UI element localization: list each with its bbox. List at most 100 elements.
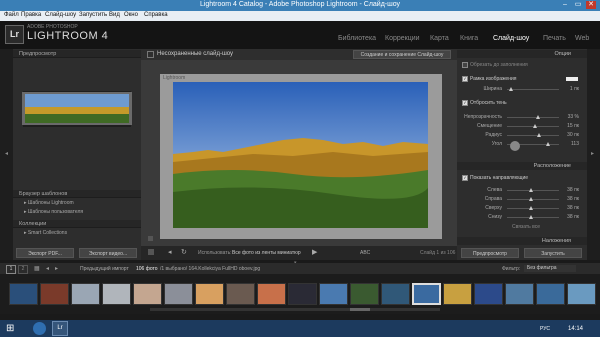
filmstrip-thumbnail[interactable]: [536, 283, 565, 305]
module-develop[interactable]: Коррекции: [385, 35, 420, 42]
menu-slideshow[interactable]: Слайд-шоу: [45, 12, 76, 18]
shadow-setting-row: Радиус 30 пк: [457, 132, 587, 139]
filmstrip-thumbnail[interactable]: [474, 283, 503, 305]
shadow-setting-knob[interactable]: [533, 124, 538, 128]
clock[interactable]: 14:14: [568, 326, 583, 332]
module-map[interactable]: Карта: [430, 35, 449, 42]
start-icon[interactable]: ⊞: [6, 323, 17, 334]
shadow-setting-knob[interactable]: [536, 133, 541, 137]
module-print[interactable]: Печать: [543, 35, 566, 42]
filmstrip-scrollbar[interactable]: [150, 308, 440, 311]
link-all-label[interactable]: Связать все: [512, 224, 540, 230]
monitor-1-button[interactable]: 1: [6, 265, 16, 274]
shadow-setting-label: Угол: [491, 141, 502, 147]
filter-select[interactable]: Без фильтра: [524, 265, 576, 272]
module-web[interactable]: Web: [575, 35, 589, 42]
collection-smart[interactable]: ▸ Smart Collections: [24, 230, 67, 236]
layout-margin-knob[interactable]: [529, 206, 534, 210]
preview-button[interactable]: Предпросмотр: [461, 248, 519, 258]
filmstrip-thumbnail[interactable]: [381, 283, 410, 305]
minimize-button[interactable]: –: [560, 1, 570, 9]
play-icon[interactable]: ▶: [312, 248, 317, 256]
shadow-setting-row: Угол 113: [457, 141, 587, 148]
filmstrip-scroll-thumb[interactable]: [350, 308, 370, 311]
preview-header[interactable]: Предпросмотр: [13, 50, 141, 58]
collections-header[interactable]: Коллекции: [13, 220, 141, 228]
shadow-setting-slider[interactable]: [507, 117, 559, 118]
menu-window[interactable]: Окно: [124, 12, 138, 18]
options-header[interactable]: Опции: [457, 50, 587, 58]
filmstrip-thumbnail[interactable]: [226, 283, 255, 305]
layout-margin-knob[interactable]: [529, 188, 534, 192]
filmstrip-thumbnail[interactable]: [567, 283, 596, 305]
monitor-2-button[interactable]: 2: [18, 265, 28, 274]
create-slideshow-button[interactable]: Создание и сохранение Слайд-шоу: [353, 50, 451, 59]
shadow-setting-slider[interactable]: [507, 135, 559, 136]
export-video-button[interactable]: Экспорт видео...: [79, 248, 137, 258]
collapse-right-icon[interactable]: ▸: [591, 150, 594, 157]
export-pdf-button[interactable]: Экспорт PDF...: [16, 248, 74, 258]
ie-icon[interactable]: [33, 322, 46, 335]
layout-margin-label: Сверху: [485, 205, 502, 211]
menu-file[interactable]: Файл: [4, 12, 19, 18]
menu-edit[interactable]: Правка: [21, 12, 41, 18]
stop-button[interactable]: [148, 249, 154, 255]
filmstrip-thumbnail[interactable]: [9, 283, 38, 305]
layout-margin-knob[interactable]: [529, 197, 534, 201]
menu-play[interactable]: Запустить: [79, 12, 107, 18]
shadow-checkbox[interactable]: ✓: [462, 100, 468, 106]
filmstrip-thumbnail[interactable]: [195, 283, 224, 305]
filmstrip-thumbnail[interactable]: [102, 283, 131, 305]
menu-help[interactable]: Справка: [144, 12, 168, 18]
stroke-checkbox[interactable]: ✓: [462, 76, 468, 82]
text-overlay-button[interactable]: ABC: [360, 250, 370, 256]
maximize-button[interactable]: ▭: [573, 1, 583, 9]
shadow-setting-knob[interactable]: [535, 115, 540, 119]
lightroom-taskbar-icon[interactable]: Lr: [52, 321, 68, 336]
identity-plate[interactable]: Lightroom: [163, 75, 185, 81]
menu-view[interactable]: Вид: [109, 12, 120, 18]
filmstrip-thumbnail[interactable]: [71, 283, 100, 305]
filmstrip-thumbnail[interactable]: [40, 283, 69, 305]
module-book[interactable]: Книга: [460, 35, 478, 42]
rotate-icon[interactable]: ↻: [181, 248, 187, 256]
filmstrip-thumbnail[interactable]: [133, 283, 162, 305]
shadow-setting-knob[interactable]: [546, 142, 551, 146]
layout-header[interactable]: Расположение: [457, 162, 587, 170]
close-button[interactable]: ✕: [586, 1, 596, 9]
forward-icon[interactable]: ▸: [55, 265, 58, 272]
layout-margin-knob[interactable]: [529, 215, 534, 219]
module-slideshow[interactable]: Слайд-шоу: [493, 35, 529, 42]
prev-slide-icon[interactable]: ◂: [168, 248, 172, 256]
collapse-left-icon[interactable]: ◂: [5, 150, 8, 157]
stroke-width-slider[interactable]: [507, 89, 559, 90]
filmstrip-thumbnail[interactable]: [505, 283, 534, 305]
unsaved-checkbox[interactable]: [147, 51, 154, 58]
angle-dial[interactable]: [510, 141, 520, 151]
back-icon[interactable]: ◂: [46, 265, 49, 272]
filmstrip-thumbnail[interactable]: [257, 283, 286, 305]
windows-taskbar: [0, 320, 600, 337]
template-folder-user[interactable]: ▸ Шаблоны пользователя: [24, 209, 83, 215]
show-guides-checkbox[interactable]: ✓: [462, 175, 468, 181]
filmstrip-thumbnail[interactable]: [443, 283, 472, 305]
template-folder-lightroom[interactable]: ▸ Шаблоны Lightroom: [24, 200, 74, 206]
filmstrip-thumbnail[interactable]: [319, 283, 348, 305]
grid-view-icon[interactable]: ▦: [34, 265, 40, 272]
play-button[interactable]: Запустить: [524, 248, 582, 258]
filmstrip-thumbnail[interactable]: [164, 283, 193, 305]
zoom-fill-checkbox[interactable]: [462, 62, 468, 68]
shadow-setting-row: Смещение 15 пк: [457, 123, 587, 130]
language-indicator[interactable]: РУС: [540, 326, 550, 332]
overlays-header[interactable]: Наложения: [457, 237, 587, 245]
templates-header[interactable]: Браузер шаблонов: [13, 190, 141, 198]
import-source[interactable]: Предыдущий импорт: [80, 266, 129, 272]
stroke-color-swatch[interactable]: [566, 77, 578, 81]
module-library[interactable]: Библиотека: [338, 35, 376, 42]
stroke-width-knob[interactable]: [509, 87, 513, 91]
filmstrip-thumbnail[interactable]: [350, 283, 379, 305]
stop-icon[interactable]: [148, 236, 153, 241]
use-select[interactable]: Все фото из ленты миниатюр: [232, 250, 301, 256]
filmstrip-thumbnail[interactable]: [288, 283, 317, 305]
filmstrip-thumbnail[interactable]: [412, 283, 441, 305]
